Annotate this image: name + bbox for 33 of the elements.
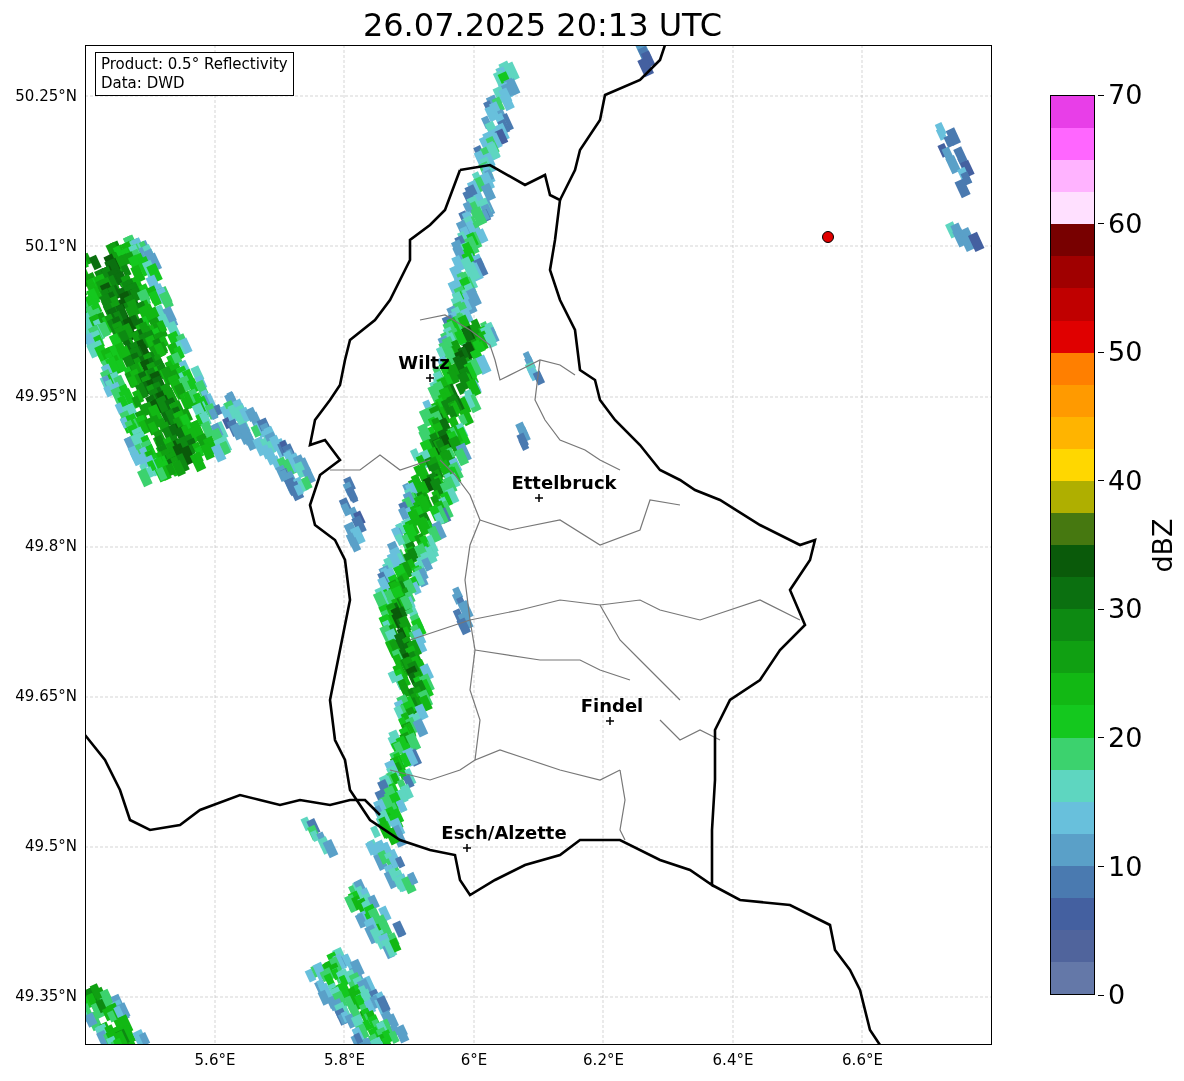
longitude-tick-label: 6°E bbox=[459, 1051, 489, 1069]
latitude-tick-label: 49.35°N bbox=[15, 987, 77, 1005]
colorbar-tick-label: 30 bbox=[1108, 594, 1143, 625]
longitude-tick-label: 6.4°E bbox=[711, 1051, 755, 1069]
colorbar-tick-label: 0 bbox=[1108, 980, 1126, 1011]
city-marker-icon bbox=[425, 373, 435, 383]
longitude-tick-label: 5.6°E bbox=[193, 1051, 237, 1069]
latitude-tick-label: 49.8°N bbox=[24, 537, 77, 555]
city-marker-icon bbox=[534, 493, 544, 503]
colorbar-tick-label: 70 bbox=[1108, 80, 1143, 110]
colorbar-axis-label: dBZ bbox=[1146, 517, 1178, 573]
colorbar-tick-label: 20 bbox=[1108, 722, 1143, 753]
plot-title: 26.07.2025 20:13 UTC bbox=[362, 5, 723, 45]
latitude-tick-label: 50.1°N bbox=[24, 237, 77, 255]
longitude-tick-label: 5.8°E bbox=[323, 1051, 366, 1069]
colorbar-tick-label: 10 bbox=[1108, 851, 1143, 882]
city-label: Ettelbruck bbox=[511, 473, 617, 493]
city-marker-icon bbox=[605, 716, 615, 726]
radar-site-marker bbox=[822, 231, 834, 243]
colorbar-tick-label: 50 bbox=[1108, 337, 1143, 368]
latitude-tick-label: 49.95°N bbox=[15, 387, 77, 405]
latitude-tick-label: 50.25°N bbox=[15, 87, 77, 105]
colorbar-tick-label: 60 bbox=[1108, 208, 1143, 239]
longitude-tick-label: 6.6°E bbox=[841, 1051, 884, 1069]
city-marker-icon bbox=[462, 843, 472, 853]
latitude-tick-label: 49.5°N bbox=[24, 837, 77, 855]
latitude-tick-label: 49.65°N bbox=[15, 687, 77, 705]
longitude-tick-label: 6.2°E bbox=[582, 1051, 625, 1069]
legend-text: Product: 0.5° Reflectivity bbox=[101, 55, 288, 74]
city-label: Esch/Alzette bbox=[441, 823, 567, 843]
colorbar-tick-label: 40 bbox=[1108, 465, 1143, 496]
city-label: Findel bbox=[580, 696, 644, 716]
legend-text: Data: DWD bbox=[101, 74, 186, 93]
